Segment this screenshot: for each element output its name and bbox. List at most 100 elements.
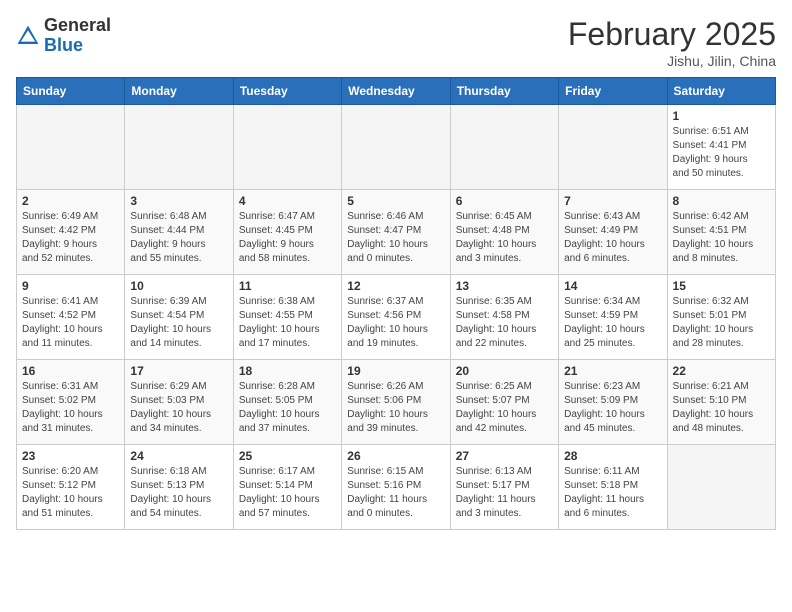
calendar: SundayMondayTuesdayWednesdayThursdayFrid…: [16, 77, 776, 530]
week-row-3: 9 Sunrise: 6:41 AM Sunset: 4:52 PM Daylig…: [17, 275, 776, 360]
day-number: 25: [239, 449, 336, 463]
day-number: 9: [22, 279, 119, 293]
day-cell: 1 Sunrise: 6:51 AM Sunset: 4:41 PM Daylig…: [667, 105, 775, 190]
day-cell: 26 Sunrise: 6:15 AM Sunset: 5:16 PM Dayli…: [342, 445, 450, 530]
day-cell: 14 Sunrise: 6:34 AM Sunset: 4:59 PM Dayli…: [559, 275, 667, 360]
day-cell: 11 Sunrise: 6:38 AM Sunset: 4:55 PM Dayli…: [233, 275, 341, 360]
day-number: 14: [564, 279, 661, 293]
day-info: Sunrise: 6:18 AM Sunset: 5:13 PM Dayligh…: [130, 465, 227, 521]
day-number: 28: [564, 449, 661, 463]
day-cell: 8 Sunrise: 6:42 AM Sunset: 4:51 PM Daylig…: [667, 190, 775, 275]
day-cell: 3Sunrise: 6:48 AM Sunset: 4:44 PM Daylig…: [125, 190, 233, 275]
day-cell: 4 Sunrise: 6:47 AM Sunset: 4:45 PM Daylig…: [233, 190, 341, 275]
day-info: Sunrise: 6:38 AM Sunset: 4:55 PM Dayligh…: [239, 295, 336, 351]
day-cell: [233, 105, 341, 190]
day-cell: 13 Sunrise: 6:35 AM Sunset: 4:58 PM Dayli…: [450, 275, 558, 360]
day-info: Sunrise: 6:43 AM Sunset: 4:49 PM Dayligh…: [564, 210, 661, 266]
day-cell: [125, 105, 233, 190]
day-cell: 22 Sunrise: 6:21 AM Sunset: 5:10 PM Dayli…: [667, 360, 775, 445]
day-info: Sunrise: 6:29 AM Sunset: 5:03 PM Dayligh…: [130, 380, 227, 436]
day-cell: 21Sunrise: 6:23 AM Sunset: 5:09 PM Dayli…: [559, 360, 667, 445]
day-cell: 27 Sunrise: 6:13 AM Sunset: 5:17 PM Dayli…: [450, 445, 558, 530]
day-number: 10: [130, 279, 227, 293]
day-info: Sunrise: 6:15 AM Sunset: 5:16 PM Dayligh…: [347, 465, 444, 521]
day-info: Sunrise: 6:20 AM Sunset: 5:12 PM Dayligh…: [22, 465, 119, 521]
day-cell: 9 Sunrise: 6:41 AM Sunset: 4:52 PM Daylig…: [17, 275, 125, 360]
logo-icon: [16, 24, 40, 48]
day-number: 1: [673, 109, 770, 123]
day-cell: 10Sunrise: 6:39 AM Sunset: 4:54 PM Dayli…: [125, 275, 233, 360]
day-cell: 17 Sunrise: 6:29 AM Sunset: 5:03 PM Dayli…: [125, 360, 233, 445]
day-info: Sunrise: 6:26 AM Sunset: 5:06 PM Dayligh…: [347, 380, 444, 436]
day-cell: 24Sunrise: 6:18 AM Sunset: 5:13 PM Dayli…: [125, 445, 233, 530]
day-info: Sunrise: 6:42 AM Sunset: 4:51 PM Dayligh…: [673, 210, 770, 266]
title-block: February 2025 Jishu, Jilin, China: [568, 16, 776, 69]
weekday-header-thursday: Thursday: [450, 78, 558, 105]
day-cell: 19 Sunrise: 6:26 AM Sunset: 5:06 PM Dayli…: [342, 360, 450, 445]
weekday-header-monday: Monday: [125, 78, 233, 105]
day-cell: 6 Sunrise: 6:45 AM Sunset: 4:48 PM Daylig…: [450, 190, 558, 275]
logo-blue: Blue: [44, 35, 83, 55]
day-cell: [17, 105, 125, 190]
week-row-2: 2 Sunrise: 6:49 AM Sunset: 4:42 PM Daylig…: [17, 190, 776, 275]
day-cell: [559, 105, 667, 190]
day-info: Sunrise: 6:46 AM Sunset: 4:47 PM Dayligh…: [347, 210, 444, 266]
day-number: 21: [564, 364, 661, 378]
day-cell: 18Sunrise: 6:28 AM Sunset: 5:05 PM Dayli…: [233, 360, 341, 445]
day-cell: 28 Sunrise: 6:11 AM Sunset: 5:18 PM Dayli…: [559, 445, 667, 530]
weekday-header-friday: Friday: [559, 78, 667, 105]
day-number: 3: [130, 194, 227, 208]
day-info: Sunrise: 6:51 AM Sunset: 4:41 PM Dayligh…: [673, 125, 770, 181]
day-cell: [667, 445, 775, 530]
day-number: 20: [456, 364, 553, 378]
day-cell: 25Sunrise: 6:17 AM Sunset: 5:14 PM Dayli…: [233, 445, 341, 530]
day-info: Sunrise: 6:13 AM Sunset: 5:17 PM Dayligh…: [456, 465, 553, 521]
day-number: 2: [22, 194, 119, 208]
day-number: 8: [673, 194, 770, 208]
day-info: Sunrise: 6:11 AM Sunset: 5:18 PM Dayligh…: [564, 465, 661, 521]
day-number: 7: [564, 194, 661, 208]
day-cell: 15 Sunrise: 6:32 AM Sunset: 5:01 PM Dayli…: [667, 275, 775, 360]
day-number: 26: [347, 449, 444, 463]
day-number: 27: [456, 449, 553, 463]
day-cell: [342, 105, 450, 190]
day-number: 13: [456, 279, 553, 293]
day-cell: 7 Sunrise: 6:43 AM Sunset: 4:49 PM Daylig…: [559, 190, 667, 275]
week-row-5: 23 Sunrise: 6:20 AM Sunset: 5:12 PM Dayli…: [17, 445, 776, 530]
weekday-header-saturday: Saturday: [667, 78, 775, 105]
day-info: Sunrise: 6:35 AM Sunset: 4:58 PM Dayligh…: [456, 295, 553, 351]
day-info: Sunrise: 6:47 AM Sunset: 4:45 PM Dayligh…: [239, 210, 336, 266]
weekday-header-sunday: Sunday: [17, 78, 125, 105]
day-info: Sunrise: 6:41 AM Sunset: 4:52 PM Dayligh…: [22, 295, 119, 351]
weekday-header-tuesday: Tuesday: [233, 78, 341, 105]
page-header: General Blue February 2025 Jishu, Jilin,…: [16, 16, 776, 69]
day-number: 4: [239, 194, 336, 208]
day-number: 6: [456, 194, 553, 208]
day-number: 11: [239, 279, 336, 293]
day-info: Sunrise: 6:25 AM Sunset: 5:07 PM Dayligh…: [456, 380, 553, 436]
day-cell: 12 Sunrise: 6:37 AM Sunset: 4:56 PM Dayli…: [342, 275, 450, 360]
day-info: Sunrise: 6:37 AM Sunset: 4:56 PM Dayligh…: [347, 295, 444, 351]
day-number: 12: [347, 279, 444, 293]
day-number: 17: [130, 364, 227, 378]
week-row-1: 1 Sunrise: 6:51 AM Sunset: 4:41 PM Daylig…: [17, 105, 776, 190]
month-title: February 2025: [568, 16, 776, 53]
day-info: Sunrise: 6:32 AM Sunset: 5:01 PM Dayligh…: [673, 295, 770, 351]
day-cell: [450, 105, 558, 190]
day-info: Sunrise: 6:21 AM Sunset: 5:10 PM Dayligh…: [673, 380, 770, 436]
day-number: 23: [22, 449, 119, 463]
day-cell: 5 Sunrise: 6:46 AM Sunset: 4:47 PM Daylig…: [342, 190, 450, 275]
day-info: Sunrise: 6:31 AM Sunset: 5:02 PM Dayligh…: [22, 380, 119, 436]
weekday-header-row: SundayMondayTuesdayWednesdayThursdayFrid…: [17, 78, 776, 105]
day-info: Sunrise: 6:28 AM Sunset: 5:05 PM Dayligh…: [239, 380, 336, 436]
day-info: Sunrise: 6:45 AM Sunset: 4:48 PM Dayligh…: [456, 210, 553, 266]
week-row-4: 16Sunrise: 6:31 AM Sunset: 5:02 PM Dayli…: [17, 360, 776, 445]
day-cell: 23 Sunrise: 6:20 AM Sunset: 5:12 PM Dayli…: [17, 445, 125, 530]
day-number: 22: [673, 364, 770, 378]
day-number: 19: [347, 364, 444, 378]
day-number: 5: [347, 194, 444, 208]
day-info: Sunrise: 6:34 AM Sunset: 4:59 PM Dayligh…: [564, 295, 661, 351]
day-info: Sunrise: 6:49 AM Sunset: 4:42 PM Dayligh…: [22, 210, 119, 266]
day-cell: 16Sunrise: 6:31 AM Sunset: 5:02 PM Dayli…: [17, 360, 125, 445]
day-number: 15: [673, 279, 770, 293]
